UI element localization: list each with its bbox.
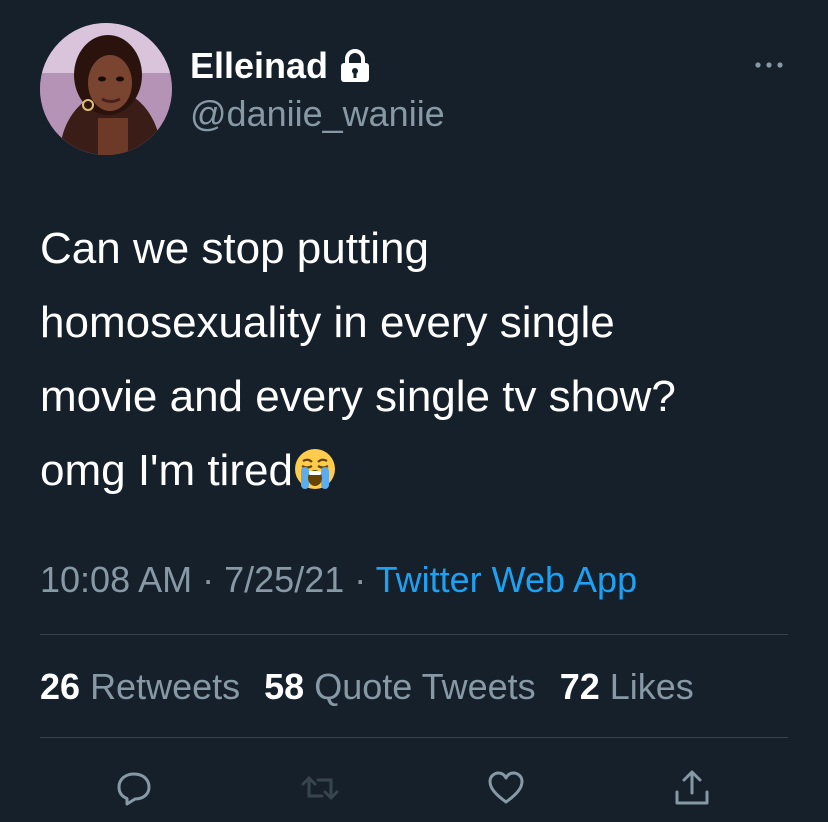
meta-separator: ·: [202, 559, 215, 600]
tweet-text-line: omg I'm tired: [40, 446, 293, 495]
divider: [40, 737, 788, 738]
avatar[interactable]: [40, 23, 172, 155]
tweet-detail: Elleinad @daniie_waniie Can we stop putt…: [0, 0, 828, 822]
avatar-image: [40, 23, 172, 155]
quote-tweets-stat[interactable]: 58 Quote Tweets: [264, 666, 536, 707]
tweet-text-line: homosexuality in every single: [40, 298, 615, 347]
quote-tweets-count: 58: [264, 666, 305, 707]
tweet-stats: 26 Retweets 58 Quote Tweets 72 Likes: [40, 663, 708, 711]
loudly-crying-face-emoji: [294, 449, 335, 489]
tweet-text-line-last: omg I'm tired: [40, 434, 800, 508]
lock-icon: [341, 49, 370, 82]
likes-stat[interactable]: 72 Likes: [560, 666, 694, 707]
more-options-icon[interactable]: [752, 55, 786, 75]
share-icon[interactable]: [672, 768, 712, 808]
display-name[interactable]: Elleinad: [190, 45, 372, 87]
tweet-time[interactable]: 10:08 AM: [40, 559, 192, 600]
quote-tweets-label: Quote Tweets: [314, 666, 536, 707]
divider: [40, 634, 788, 635]
likes-label: Likes: [609, 666, 694, 707]
action-bar: [0, 768, 828, 808]
tweet-date[interactable]: 7/25/21: [224, 559, 344, 600]
tweet-text-line: Can we stop putting: [40, 224, 429, 273]
tweet-meta: 10:08 AM · 7/25/21 · Twitter Web App: [40, 556, 637, 604]
likes-count: 72: [559, 666, 600, 707]
tweet-text: Can we stop putting homosexuality in eve…: [40, 212, 800, 508]
retweets-label: Retweets: [90, 666, 241, 707]
like-icon[interactable]: [486, 768, 526, 808]
tweet-source-link[interactable]: Twitter Web App: [376, 559, 637, 600]
display-name-text: Elleinad: [190, 45, 329, 86]
retweets-stat[interactable]: 26 Retweets: [40, 666, 240, 707]
reply-icon[interactable]: [114, 768, 154, 808]
retweet-icon[interactable]: [300, 768, 340, 808]
user-handle[interactable]: @daniie_waniie: [190, 93, 445, 135]
tweet-text-line: movie and every single tv show?: [40, 372, 676, 421]
retweets-count: 26: [40, 666, 81, 707]
meta-separator: ·: [354, 559, 367, 600]
